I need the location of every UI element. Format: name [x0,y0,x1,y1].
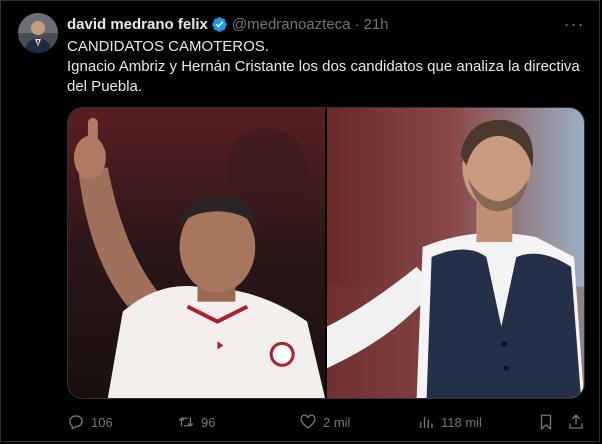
views-count: 118 mil [441,414,482,430]
separator-dot: · [354,15,360,33]
avatar[interactable] [18,13,58,53]
tweet-text: CANDIDATOS CAMOTEROS. Ignacio Ambriz y H… [67,37,587,97]
tweet-text-line1: CANDIDATOS CAMOTEROS. [67,38,269,55]
like-button[interactable]: 2 mil [299,413,350,431]
reply-count: 106 [91,414,113,430]
like-icon [300,414,316,429]
more-icon[interactable]: ··· [563,13,585,35]
retweet-icon [178,417,194,427]
bookmark-icon [540,414,552,431]
action-bar: 106 96 2 mil 118 mil [67,411,587,433]
verified-badge-icon [211,16,228,33]
views-icon [420,416,433,428]
timestamp[interactable]: 21h [364,16,389,33]
reply-button[interactable]: 106 [67,413,113,431]
tweet-card[interactable]: david medrano felix @medranoazteca · 21h… [0,0,600,442]
reply-icon [69,415,83,430]
photo-left[interactable] [68,108,325,398]
like-count: 2 mil [323,414,351,430]
views-button[interactable]: 118 mil [417,413,482,431]
author-handle[interactable]: @medranoazteca [232,16,351,33]
share-icon [569,414,583,429]
retweet-count: 96 [201,414,216,430]
share-button[interactable] [567,413,585,431]
author-name[interactable]: david medrano felix [67,16,208,33]
tweet-header: david medrano felix @medranoazteca · 21h [67,15,579,33]
media-grid[interactable] [67,107,585,399]
bookmark-button[interactable] [537,413,555,431]
tweet-text-line2: Ignacio Ambriz y Hernán Cristante los do… [67,58,584,95]
retweet-button[interactable]: 96 [177,413,215,431]
photo-right[interactable] [327,108,584,398]
